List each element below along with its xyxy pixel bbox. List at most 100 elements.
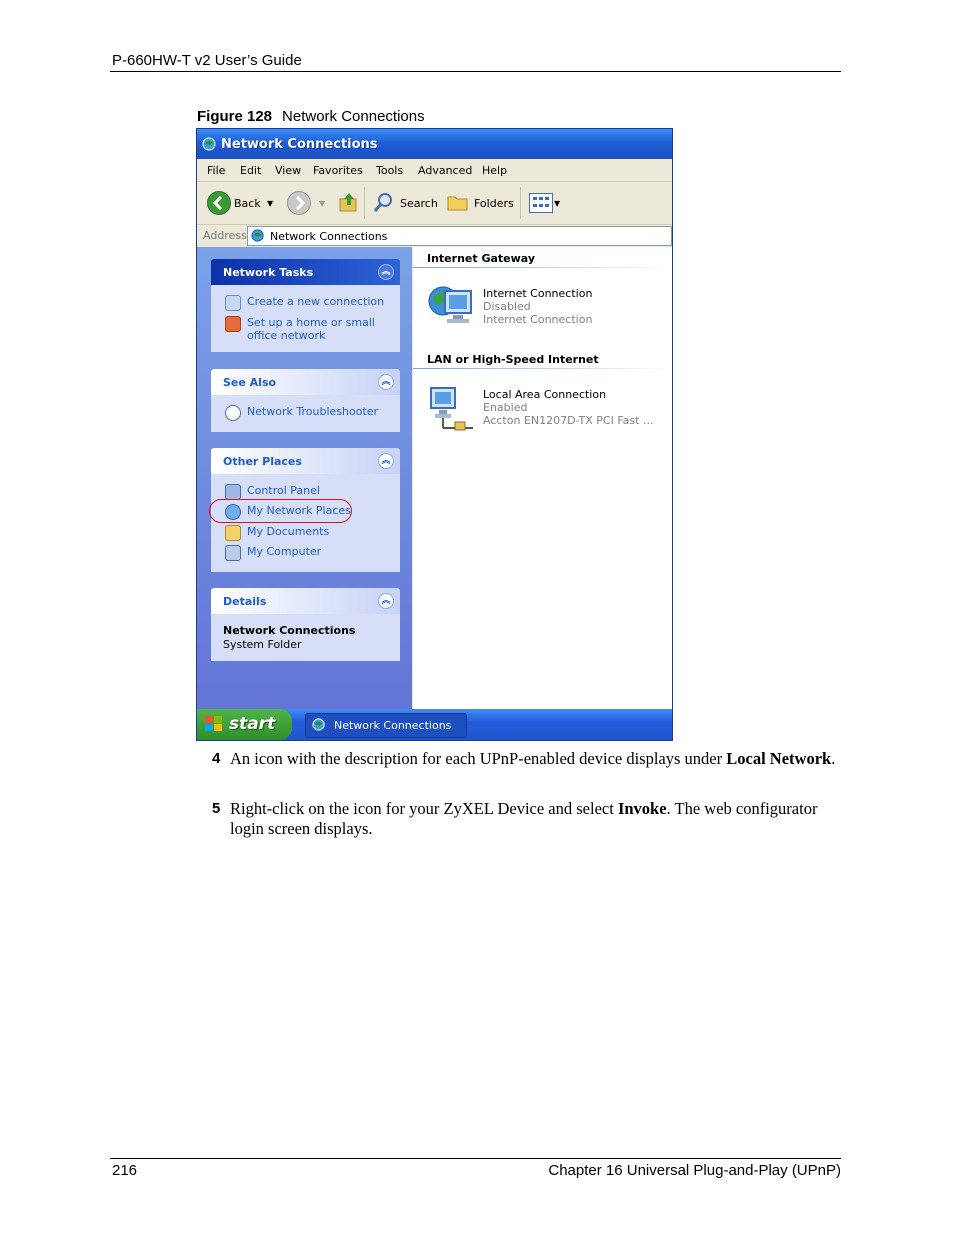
menu-bar: File Edit View Favorites Tools Advanced … bbox=[197, 159, 672, 182]
menu-advanced[interactable]: Advanced bbox=[418, 164, 472, 177]
network-connections-icon bbox=[312, 718, 325, 731]
other-places-title: Other Places bbox=[223, 455, 302, 468]
collapse-chevron-icon[interactable]: ︽ bbox=[378, 264, 394, 280]
back-button[interactable]: Back bbox=[234, 197, 261, 210]
step-text-post: . bbox=[831, 749, 836, 768]
group-internet-gateway: Internet Gateway bbox=[427, 252, 536, 265]
other-places-header[interactable]: Other Places ︽ bbox=[211, 448, 400, 474]
windows-logo-icon bbox=[205, 716, 222, 731]
details-name: Network Connections bbox=[223, 624, 356, 637]
menu-favorites[interactable]: Favorites bbox=[313, 164, 363, 177]
forward-arrow-icon[interactable] bbox=[287, 191, 311, 215]
toolbar-separator bbox=[364, 187, 365, 219]
local-area-connection-name: Local Area Connection bbox=[483, 388, 607, 401]
back-dropdown-icon[interactable]: ▼ bbox=[267, 199, 273, 208]
step-4: 4 An icon with the description for each … bbox=[212, 749, 842, 791]
menu-edit[interactable]: Edit bbox=[240, 164, 261, 177]
start-label: start bbox=[229, 714, 276, 734]
create-new-connection-link[interactable]: Create a new connection bbox=[247, 295, 384, 308]
search-button[interactable]: Search bbox=[400, 197, 438, 210]
local-area-connection-desc: Accton EN1207D-TX PCI Fast ... bbox=[483, 414, 654, 427]
folders-button[interactable]: Folders bbox=[474, 197, 514, 210]
see-also-title: See Also bbox=[223, 376, 277, 389]
back-arrow-icon[interactable] bbox=[207, 191, 231, 215]
network-tasks-panel: Network Tasks ︽ Create a new connection … bbox=[211, 259, 400, 352]
local-area-connection-item[interactable]: Local Area Connection Enabled Accton EN1… bbox=[483, 388, 653, 427]
title-bar[interactable]: Network Connections bbox=[197, 129, 672, 159]
my-computer-icon bbox=[225, 545, 241, 561]
setup-home-network-link[interactable]: Set up a home or small bbox=[247, 316, 375, 329]
my-documents-link[interactable]: My Documents bbox=[247, 525, 329, 538]
address-input[interactable]: Network Connections bbox=[247, 226, 672, 246]
see-also-body: Network Troubleshooter bbox=[211, 395, 400, 432]
taskbar-item-label: Network Connections bbox=[334, 719, 452, 732]
footer-rule bbox=[110, 1158, 841, 1159]
step-number: 4 bbox=[212, 750, 221, 767]
my-documents-icon bbox=[225, 525, 241, 541]
details-panel: Details ︽ Network Connections System Fol… bbox=[211, 588, 400, 661]
collapse-chevron-icon[interactable]: ︽ bbox=[378, 374, 394, 390]
menu-file[interactable]: File bbox=[207, 164, 225, 177]
internet-connection-name: Internet Connection bbox=[483, 287, 593, 300]
network-tasks-title: Network Tasks bbox=[223, 266, 314, 279]
collapse-chevron-icon[interactable]: ︽ bbox=[378, 453, 394, 469]
network-tasks-header[interactable]: Network Tasks ︽ bbox=[211, 259, 400, 285]
see-also-panel: See Also ︽ Network Troubleshooter bbox=[211, 369, 400, 432]
other-places-body: Control Panel My Network Places My Docum… bbox=[211, 474, 400, 572]
setup-home-network-link-line2[interactable]: office network bbox=[247, 329, 325, 342]
internet-connection-icon[interactable] bbox=[427, 281, 477, 333]
start-button[interactable]: start bbox=[197, 709, 292, 740]
step-5: 5 Right-click on the icon for your ZyXEL… bbox=[212, 799, 842, 841]
menu-help[interactable]: Help bbox=[482, 164, 507, 177]
network-troubleshooter-link[interactable]: Network Troubleshooter bbox=[247, 405, 378, 418]
views-dropdown-icon[interactable]: ▼ bbox=[554, 199, 560, 208]
details-title: Details bbox=[223, 595, 267, 608]
step-text: An icon with the description for each UP… bbox=[230, 749, 842, 769]
step-text-bold: Invoke bbox=[617, 799, 667, 818]
details-type: System Folder bbox=[223, 638, 302, 651]
step-text: Right-click on the icon for your ZyXEL D… bbox=[230, 799, 842, 839]
task-pane: Network Tasks ︽ Create a new connection … bbox=[197, 247, 412, 709]
figure-title: Network Connections bbox=[282, 108, 425, 125]
toolbar: Back ▼ ▼ Search Folders ▼ bbox=[197, 182, 672, 225]
other-places-panel: Other Places ︽ Control Panel My Network … bbox=[209, 448, 400, 572]
local-area-connection-icon[interactable] bbox=[427, 384, 477, 436]
network-connections-icon bbox=[202, 137, 216, 151]
home-network-icon bbox=[225, 316, 241, 332]
my-computer-link[interactable]: My Computer bbox=[247, 545, 321, 558]
content-pane: Internet Gateway Internet Connection Dis… bbox=[413, 247, 672, 709]
address-label: Address bbox=[203, 229, 247, 242]
page-number: 216 bbox=[112, 1162, 138, 1179]
control-panel-icon bbox=[225, 484, 241, 500]
header-rule bbox=[110, 71, 841, 72]
internet-connection-item[interactable]: Internet Connection Disabled Internet Co… bbox=[483, 287, 592, 326]
menu-tools[interactable]: Tools bbox=[376, 164, 403, 177]
control-panel-link[interactable]: Control Panel bbox=[247, 484, 320, 497]
chapter-title: Chapter 16 Universal Plug-and-Play (UPnP… bbox=[548, 1162, 841, 1179]
step-text-pre: An icon with the description for each UP… bbox=[230, 749, 727, 768]
details-header[interactable]: Details ︽ bbox=[211, 588, 400, 614]
step-number: 5 bbox=[212, 800, 221, 817]
local-area-connection-status: Enabled bbox=[483, 401, 528, 414]
internet-connection-desc: Internet Connection bbox=[483, 313, 593, 326]
info-icon bbox=[225, 405, 241, 421]
up-folder-icon[interactable] bbox=[338, 191, 360, 213]
network-tasks-body: Create a new connection Set up a home or… bbox=[211, 285, 400, 352]
address-value: Network Connections bbox=[270, 230, 388, 243]
figure-caption: Figure 128 Network Connections bbox=[197, 108, 425, 125]
views-icon[interactable] bbox=[529, 193, 553, 213]
group-divider bbox=[413, 368, 672, 369]
network-connections-window: Network Connections File Edit View Favor… bbox=[196, 128, 673, 741]
search-icon[interactable] bbox=[373, 191, 395, 213]
folders-icon[interactable] bbox=[447, 192, 469, 212]
highlight-circle bbox=[209, 499, 352, 523]
window-title: Network Connections bbox=[221, 137, 378, 152]
menu-view[interactable]: View bbox=[275, 164, 301, 177]
internet-connection-status: Disabled bbox=[483, 300, 531, 313]
group-divider bbox=[413, 267, 672, 268]
taskbar-item-network-connections[interactable]: Network Connections bbox=[305, 713, 467, 738]
collapse-chevron-icon[interactable]: ︽ bbox=[378, 593, 394, 609]
figure-label: Figure 128 bbox=[197, 108, 273, 125]
forward-dropdown-icon[interactable]: ▼ bbox=[319, 199, 325, 208]
see-also-header[interactable]: See Also ︽ bbox=[211, 369, 400, 395]
